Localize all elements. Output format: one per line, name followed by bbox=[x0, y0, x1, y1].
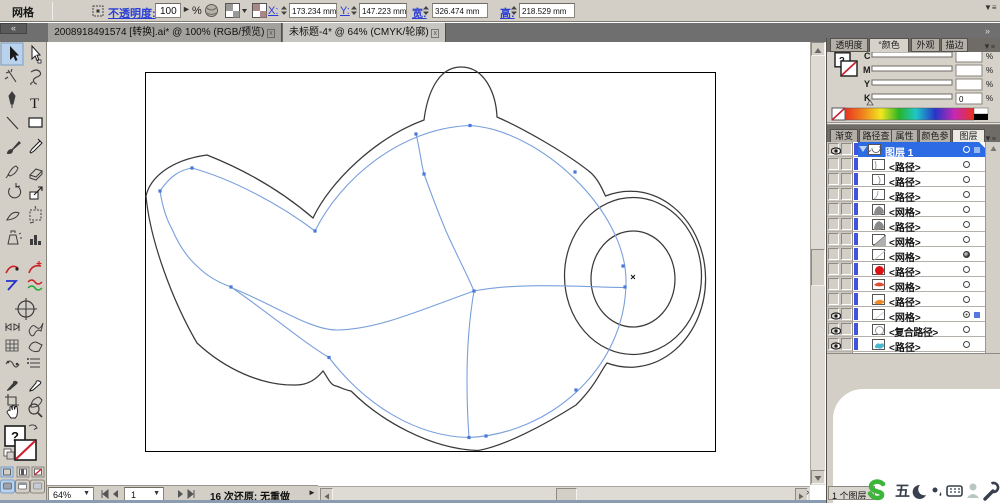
svg-text:T: T bbox=[30, 96, 39, 112]
svg-text:Y: Y bbox=[864, 79, 870, 89]
svg-text:%: % bbox=[986, 80, 993, 89]
svg-text:五: 五 bbox=[895, 483, 910, 500]
svg-text:%: % bbox=[986, 52, 993, 61]
svg-text:0: 0 bbox=[959, 95, 964, 104]
svg-text:%: % bbox=[986, 94, 993, 103]
svg-text:C: C bbox=[864, 52, 871, 61]
svg-text:M: M bbox=[863, 65, 871, 75]
svg-text:%: % bbox=[986, 66, 993, 75]
